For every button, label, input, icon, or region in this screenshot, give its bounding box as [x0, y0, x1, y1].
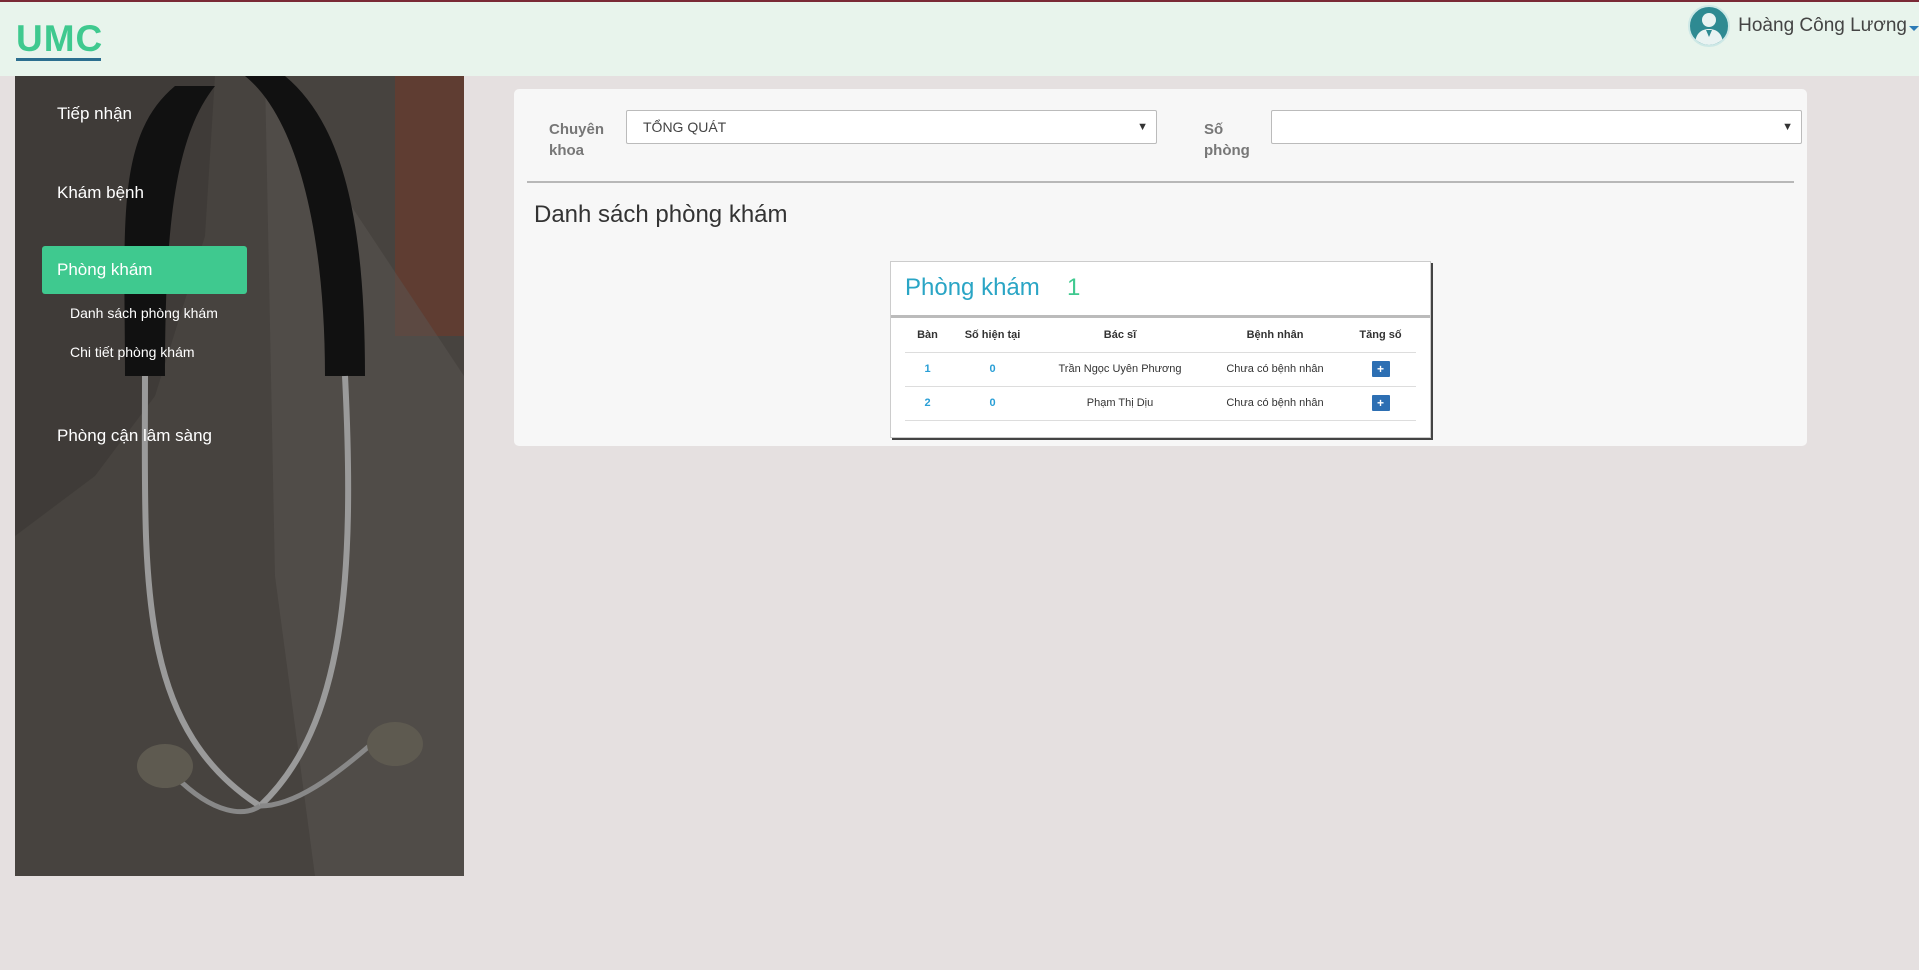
table-cell-patient: Chưa có bệnh nhân — [1205, 352, 1345, 387]
sidebar-subitem-chi-tiet[interactable]: Chi tiết phòng khám — [70, 342, 195, 362]
table-row: 2 0 Phạm Thị Dịu Chưa có bệnh nhân + — [905, 386, 1416, 421]
column-header: Số hiện tại — [950, 319, 1035, 353]
card-divider — [891, 315, 1430, 318]
chevron-down-icon: ▼ — [1782, 121, 1793, 133]
chevron-down-icon: ▼ — [1137, 121, 1148, 133]
specialty-select[interactable]: TỔNG QUÁT ▼ — [626, 110, 1157, 144]
table-cell-ban[interactable]: 2 — [905, 386, 950, 421]
table-cell-action: + — [1345, 352, 1416, 387]
table-cell-current[interactable]: 0 — [950, 386, 1035, 421]
user-name[interactable]: Hoàng Công Lương — [1738, 15, 1907, 37]
logo-underline — [16, 58, 101, 61]
section-title: Danh sách phòng khám — [534, 201, 788, 228]
table-cell-current[interactable]: 0 — [950, 352, 1035, 387]
sidebar-subitem-danh-sach[interactable]: Danh sách phòng khám — [70, 303, 218, 323]
sidebar-item-kham-benh[interactable]: Khám bệnh — [42, 169, 247, 217]
room-select[interactable]: ▼ — [1271, 110, 1802, 144]
table-cell-doctor: Trần Ngọc Uyên Phương — [1035, 352, 1205, 387]
sidebar: Tiếp nhận Khám bệnh Phòng khám Danh sách… — [15, 76, 464, 876]
table-cell-action: + — [1345, 386, 1416, 421]
table-row: 1 0 Trần Ngọc Uyên Phương Chưa có bệnh n… — [905, 352, 1416, 387]
table-cell-ban[interactable]: 1 — [905, 352, 950, 387]
column-header: Bệnh nhân — [1205, 319, 1345, 353]
column-header: Bàn — [905, 319, 950, 353]
increment-button[interactable]: + — [1371, 395, 1390, 411]
room-card-title: Phòng khám — [905, 274, 1040, 301]
room-table: Bàn Số hiện tại Bác sĩ Bệnh nhân Tăng số… — [905, 319, 1416, 421]
header: UMC Hoàng Công Lương — [0, 2, 1919, 76]
room-card: Phòng khám 1 Bàn Số hiện tại Bác sĩ Bệnh… — [890, 261, 1431, 438]
sidebar-item-phong-can-lam-sang[interactable]: Phòng cận lâm sàng — [42, 412, 247, 460]
table-cell-doctor: Phạm Thị Dịu — [1035, 386, 1205, 421]
room-label: Số phòng — [1204, 121, 1250, 159]
chevron-down-icon[interactable] — [1909, 25, 1919, 31]
user-avatar-icon — [1688, 5, 1731, 47]
specialty-label: Chuyên khoa — [549, 121, 605, 159]
increment-button[interactable]: + — [1371, 361, 1390, 377]
sidebar-item-tiep-nhan[interactable]: Tiếp nhận — [42, 90, 247, 138]
room-card-number: 1 — [1067, 274, 1081, 301]
column-header: Bác sĩ — [1035, 319, 1205, 353]
divider — [527, 181, 1794, 183]
specialty-select-value: TỔNG QUÁT — [643, 119, 727, 135]
table-cell-patient: Chưa có bệnh nhân — [1205, 386, 1345, 421]
column-header: Tăng số — [1345, 319, 1416, 353]
user-menu[interactable]: Hoàng Công Lương — [1688, 4, 1919, 48]
sidebar-item-phong-kham[interactable]: Phòng khám — [42, 246, 247, 294]
main-panel: Chuyên khoa TỔNG QUÁT ▼ Số phòng ▼ Danh … — [514, 89, 1807, 446]
logo[interactable]: UMC — [16, 19, 103, 59]
